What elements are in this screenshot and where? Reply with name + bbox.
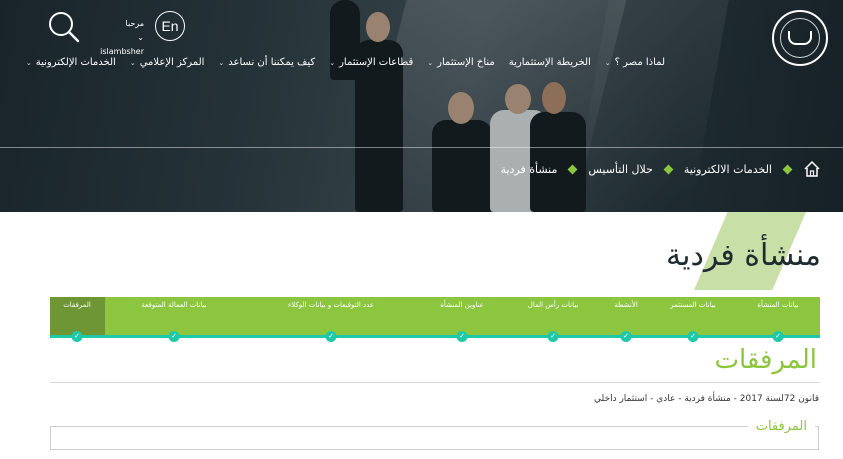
chevron-down-icon: ⌄: [25, 58, 32, 67]
step-attachments[interactable]: المرفقات: [50, 297, 105, 335]
main-nav: لماذا مصر ؟ ⌄ الخريطة الإستثمارية مناخ ال…: [26, 57, 665, 68]
greeting-label: مرحبا: [125, 19, 145, 28]
user-greeting[interactable]: مرحبا ⌄ islambsher: [92, 17, 144, 59]
check-icon: ✓: [456, 331, 468, 342]
nav-item-why-egypt[interactable]: لماذا مصر ؟ ⌄: [605, 57, 665, 68]
breadcrumb: الخدمات الالكترونية حلال التأسيس منشأة ف…: [501, 160, 821, 178]
check-icon: ✓: [168, 331, 180, 342]
chevron-down-icon: ⌄: [604, 58, 611, 67]
section-title: المرفقات: [714, 345, 817, 375]
section-divider: [50, 382, 820, 383]
chevron-down-icon: ⌄: [427, 58, 434, 67]
step-establishment-data[interactable]: بيانات المنشأة: [757, 301, 798, 309]
check-icon: ✓: [687, 331, 699, 342]
step-capital-data[interactable]: بيانات رأس المال: [528, 301, 579, 309]
nav-item-investment-map[interactable]: الخريطة الإستثمارية: [509, 57, 591, 68]
breadcrumb-item[interactable]: الخدمات الالكترونية: [684, 163, 772, 176]
chevron-down-icon: ⌄: [329, 58, 336, 67]
attachments-fieldset: [50, 426, 819, 450]
breadcrumb-separator: [782, 164, 793, 174]
search-icon[interactable]: [48, 11, 80, 43]
nav-item-investment-climate[interactable]: مناخ الإستثمار ⌄: [427, 57, 494, 68]
breadcrumb-separator: [663, 164, 674, 174]
wizard-steps: المرفقات بيانات المنشأة بيانات المستثمر …: [50, 297, 820, 335]
application-info: قانون 72لسنة 2017 - منشأة فردية - عادي -…: [594, 394, 819, 404]
step-addresses[interactable]: عناوين المنشأة: [440, 301, 484, 309]
page-title: منشأة فردية: [666, 238, 821, 273]
header-divider: [0, 147, 843, 148]
check-icon: ✓: [325, 331, 337, 342]
language-toggle-button[interactable]: En: [155, 11, 185, 41]
check-icon: ✓: [620, 331, 632, 342]
username: ⌄ islambsher: [100, 33, 144, 56]
check-icon: ✓: [772, 331, 784, 342]
book-icon: [788, 31, 812, 45]
breadcrumb-item-current: منشأة فردية: [500, 162, 558, 176]
nav-item-media-center[interactable]: المركز الإعلامي ⌄: [130, 57, 205, 68]
step-activities[interactable]: الأنشطة: [614, 301, 638, 309]
attachments-legend: المرفقات: [747, 419, 815, 434]
check-icon: ✓: [71, 331, 83, 342]
breadcrumb-item[interactable]: حلال التأسيس: [588, 163, 653, 176]
nav-item-investment-sectors[interactable]: قطاعات الإستثمار ⌄: [329, 57, 413, 68]
steps-progress-track: [50, 335, 820, 338]
breadcrumb-separator: [567, 164, 578, 174]
chevron-down-icon: ⌄: [218, 58, 225, 67]
step-signatures[interactable]: عدد التوقيعات و بيانات الوكلاء: [288, 301, 374, 309]
site-logo[interactable]: [772, 10, 828, 66]
chevron-down-icon: ⌄: [129, 58, 136, 67]
step-investor-data[interactable]: بيانات المستثمر: [670, 301, 716, 309]
nav-item-how-we-help[interactable]: كيف يمكننا أن نساعد ⌄: [218, 57, 315, 68]
check-icon: ✓: [547, 331, 559, 342]
nav-item-e-services[interactable]: الخدمات الإلكترونية ⌄: [26, 57, 116, 68]
chevron-down-icon: ⌄: [137, 33, 144, 42]
home-icon[interactable]: [803, 160, 821, 178]
step-labor-data[interactable]: بيانات العمالة المتوقعة: [141, 301, 206, 309]
